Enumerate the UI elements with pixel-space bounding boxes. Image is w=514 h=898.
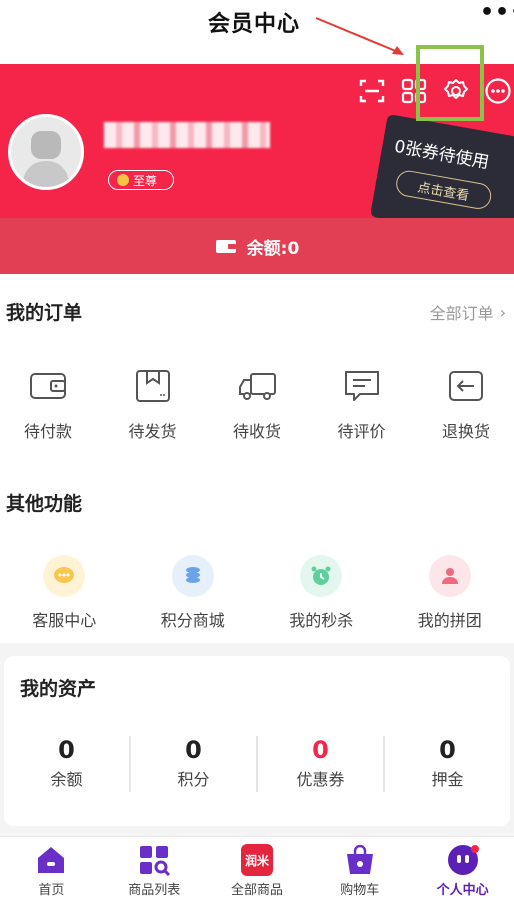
nav-label: 全部商品 — [230, 883, 283, 898]
nav-product-list[interactable]: 商品列表 — [103, 837, 206, 898]
coupon-card[interactable]: 0张券待使用 点击查看 — [369, 114, 514, 218]
asset-label: 积分 — [177, 770, 210, 789]
nav-cart[interactable]: 购物车 — [308, 837, 411, 898]
orders-title: 我的订单 — [6, 302, 83, 324]
asset-label: 优惠券 — [296, 770, 345, 789]
settings-highlight-box — [416, 45, 484, 121]
func-label: 客服中心 — [32, 611, 97, 630]
asset-label: 余额 — [50, 770, 83, 789]
order-item-returns[interactable]: 退换货 — [428, 368, 504, 442]
coins-icon — [171, 555, 214, 597]
func-customer-service[interactable]: 客服中心 — [9, 555, 119, 631]
all-orders-label: 全部订单 — [429, 304, 494, 323]
order-item-pending-shipment[interactable]: 待发货 — [115, 368, 191, 442]
cart-icon — [343, 843, 377, 877]
order-label: 待付款 — [23, 422, 72, 441]
avatar-placeholder — [11, 117, 81, 187]
order-label: 待收货 — [232, 422, 281, 441]
assets-card: 我的资产 0 余额 0 积分 0 优惠券 0 押金 — [4, 656, 510, 826]
asset-value: 0 — [58, 736, 75, 764]
nav-label: 个人中心 — [436, 883, 489, 898]
order-label: 退换货 — [441, 422, 490, 441]
username-blurred — [104, 122, 270, 148]
group-icon — [428, 555, 471, 597]
asset-value: 0 — [312, 736, 329, 764]
avatar[interactable] — [8, 114, 84, 190]
order-item-pending-review[interactable]: 待评价 — [324, 368, 400, 442]
package-icon — [135, 370, 170, 402]
order-item-pending-payment[interactable]: 待付款 — [10, 368, 86, 442]
customer-service-icon — [43, 555, 86, 597]
member-center-page: 会员中心 ••• — [0, 0, 514, 898]
asset-coupons[interactable]: 0 优惠券 — [258, 736, 385, 792]
asset-points[interactable]: 0 积分 — [131, 736, 258, 792]
level-dot-icon — [117, 174, 129, 186]
asset-deposit[interactable]: 0 押金 — [385, 736, 510, 792]
asset-label: 押金 — [431, 770, 464, 789]
coupon-text: 0张券待使用 — [392, 136, 491, 174]
func-flash-sale[interactable]: 我的秒杀 — [266, 555, 376, 631]
top-more-icon[interactable]: ••• — [480, 0, 514, 25]
order-label: 待评价 — [337, 422, 386, 441]
nav-label: 首页 — [38, 883, 65, 898]
comment-icon — [344, 371, 379, 401]
chevron-right-icon: › — [499, 302, 506, 322]
balance-label: 余额:0 — [246, 238, 300, 259]
other-functions-title: 其他功能 — [6, 493, 83, 515]
nav-home[interactable]: 首页 — [0, 837, 103, 898]
home-icon — [34, 843, 68, 877]
other-functions-section: 其他功能 客服中心 积分商城 我的秒杀 我的拼团 — [0, 459, 514, 643]
asset-balance[interactable]: 0 余额 — [4, 736, 131, 792]
bottom-nav: 首页 商品列表 润米 全部商品 购物车 个人中心 — [0, 836, 514, 898]
assets-title: 我的资产 — [20, 678, 97, 700]
function-row: 客服中心 积分商城 我的秒杀 我的拼团 — [0, 555, 514, 631]
wallet-icon — [30, 373, 66, 399]
alarm-clock-icon — [300, 555, 343, 597]
balance-bar[interactable]: 余额:0 — [0, 218, 514, 274]
nav-profile[interactable]: 个人中心 — [411, 837, 514, 898]
scan-icon[interactable] — [357, 76, 387, 106]
order-label: 待发货 — [128, 422, 177, 441]
level-badge: 至尊 — [108, 170, 174, 190]
nav-label: 商品列表 — [128, 883, 181, 898]
orders-section: 我的订单 全部订单 › 待付款 待发货 待收货 待评价 退换货 — [0, 274, 514, 459]
product-list-icon — [137, 843, 171, 877]
asset-value: 0 — [185, 736, 202, 764]
order-item-pending-receipt[interactable]: 待收货 — [219, 368, 295, 442]
wallet-icon — [215, 240, 236, 253]
func-points-mall[interactable]: 积分商城 — [138, 555, 248, 631]
order-row: 待付款 待发货 待收货 待评价 退换货 — [0, 368, 514, 442]
nav-all-products[interactable]: 润米 全部商品 — [206, 837, 309, 898]
asset-row: 0 余额 0 积分 0 优惠券 0 押金 — [4, 736, 510, 792]
profile-icon — [446, 843, 480, 877]
all-products-icon: 润米 — [240, 843, 274, 877]
func-group-buy[interactable]: 我的拼团 — [395, 555, 505, 631]
asset-value: 0 — [439, 736, 456, 764]
func-label: 我的秒杀 — [289, 611, 354, 630]
more-circle-icon[interactable] — [483, 76, 513, 106]
nav-label: 购物车 — [340, 883, 380, 898]
func-label: 积分商城 — [160, 611, 225, 630]
func-label: 我的拼团 — [417, 611, 482, 630]
coupon-view-button[interactable]: 点击查看 — [394, 168, 494, 211]
annotation-title: 会员中心 — [208, 12, 301, 37]
truck-icon — [239, 373, 276, 400]
level-badge-text: 至尊 — [133, 173, 158, 188]
all-orders-link[interactable]: 全部订单 › — [430, 300, 506, 324]
return-icon — [449, 371, 483, 401]
nav-badge-text: 润米 — [245, 853, 270, 868]
